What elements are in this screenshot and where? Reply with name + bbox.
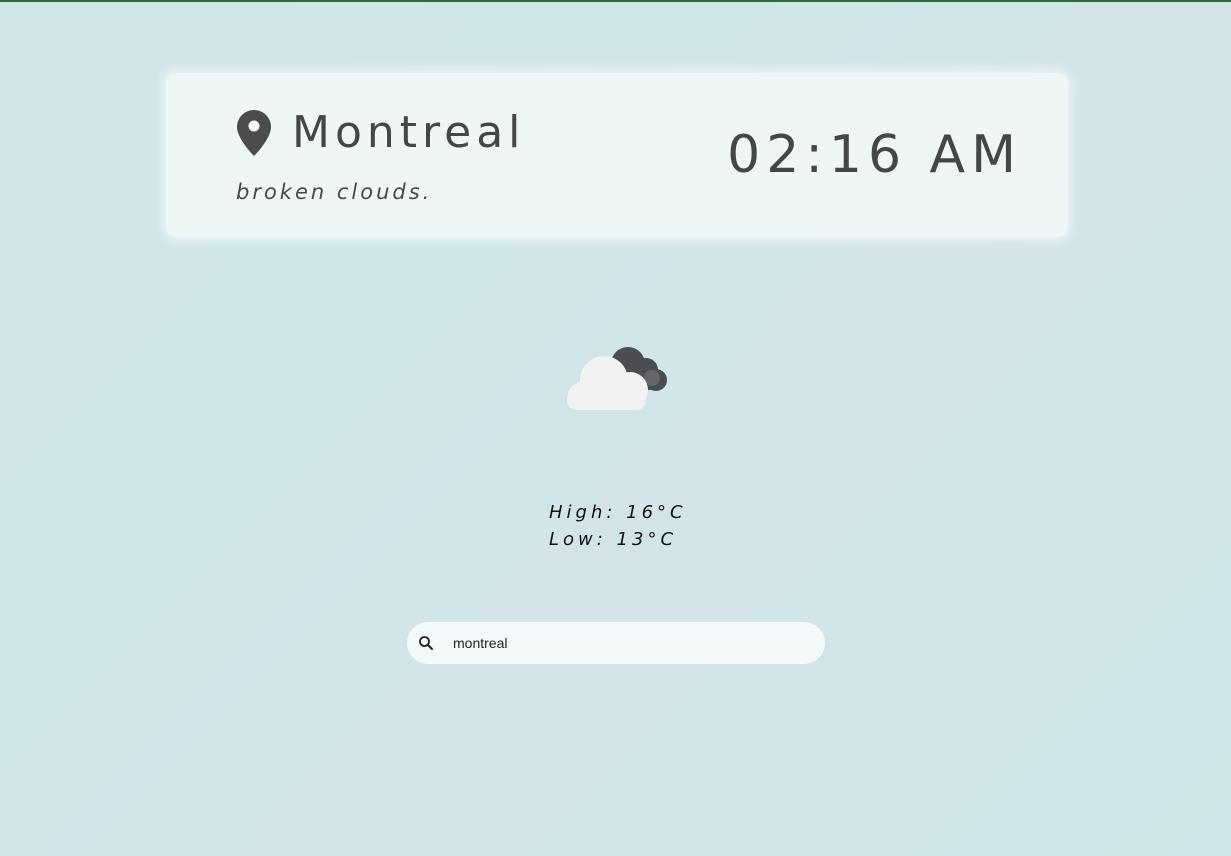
city-search-input[interactable] bbox=[453, 628, 793, 658]
current-time: 02:16 AM bbox=[727, 125, 1022, 185]
location-pin-icon bbox=[236, 109, 272, 157]
city-search-box[interactable] bbox=[407, 622, 825, 664]
location-time-card: Montreal broken clouds. 02:16 AM bbox=[166, 73, 1068, 237]
high-temperature: High: 16°C bbox=[549, 502, 687, 523]
weather-condition: broken clouds. bbox=[236, 180, 433, 204]
city-row: Montreal bbox=[236, 107, 525, 159]
city-name: Montreal bbox=[292, 107, 526, 158]
search-icon[interactable] bbox=[418, 635, 434, 651]
low-temperature: Low: 13°C bbox=[549, 529, 678, 550]
temperature-range: High: 16°C Low: 13°C bbox=[549, 499, 687, 553]
broken-clouds-night-icon bbox=[562, 340, 672, 412]
